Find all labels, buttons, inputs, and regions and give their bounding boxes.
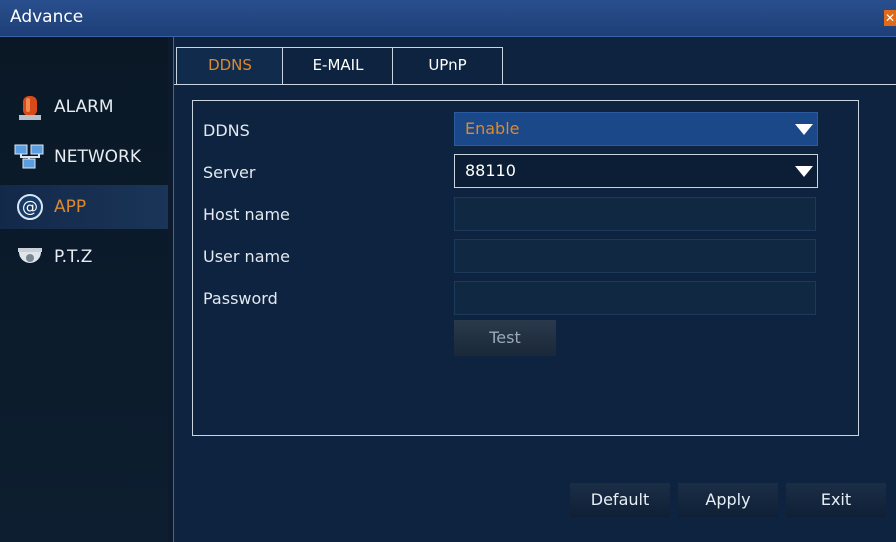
apply-button[interactable]: Apply (678, 483, 778, 517)
ddns-settings-box: DDNS Enable Server 88110 Host name User … (192, 100, 859, 436)
ddns-label: DDNS (203, 121, 250, 140)
default-button[interactable]: Default (570, 483, 670, 517)
tab-divider (174, 84, 896, 85)
sidebar-item-app[interactable]: @ APP (0, 185, 168, 229)
server-select[interactable]: 88110 (454, 154, 818, 188)
close-button[interactable]: ✕ (884, 10, 896, 26)
close-icon: ✕ (884, 11, 896, 25)
at-sign-icon: @ (12, 191, 48, 223)
server-label: Server (203, 163, 256, 182)
tab-email[interactable]: E-MAIL (282, 47, 394, 84)
user-name-label: User name (203, 247, 290, 266)
sidebar-item-label: NETWORK (54, 147, 141, 167)
sidebar-item-label: ALARM (54, 97, 114, 117)
window-title: Advance (10, 7, 84, 27)
sidebar-item-alarm[interactable]: ALARM (0, 85, 168, 129)
sidebar-item-ptz[interactable]: P.T.Z (0, 235, 168, 279)
test-button[interactable]: Test (454, 320, 556, 356)
host-name-field[interactable] (454, 197, 816, 231)
host-name-label: Host name (203, 205, 290, 224)
sidebar-item-network[interactable]: NETWORK (0, 135, 168, 179)
main-panel: DDNS E-MAIL UPnP DDNS Enable Server 8811… (173, 37, 896, 542)
svg-text:@: @ (22, 197, 38, 216)
user-name-field[interactable] (454, 239, 816, 273)
tab-ddns[interactable]: DDNS (176, 47, 284, 84)
exit-button[interactable]: Exit (786, 483, 886, 517)
sidebar-item-label: APP (54, 197, 87, 217)
sidebar-item-label: P.T.Z (54, 247, 93, 267)
chevron-down-icon (795, 166, 813, 177)
password-label: Password (203, 289, 278, 308)
ddns-value: Enable (465, 119, 520, 138)
server-value: 88110 (465, 161, 516, 180)
network-icon (12, 141, 48, 173)
alarm-siren-icon (12, 91, 48, 123)
dome-camera-icon (12, 241, 48, 273)
chevron-down-icon (795, 124, 813, 135)
ddns-select[interactable]: Enable (454, 112, 818, 146)
sidebar: ALARM NETWORK @ APP P.T.Z (0, 37, 168, 542)
tab-upnp[interactable]: UPnP (392, 47, 503, 84)
password-field[interactable] (454, 281, 816, 315)
title-bar: Advance ✕ (0, 0, 896, 37)
